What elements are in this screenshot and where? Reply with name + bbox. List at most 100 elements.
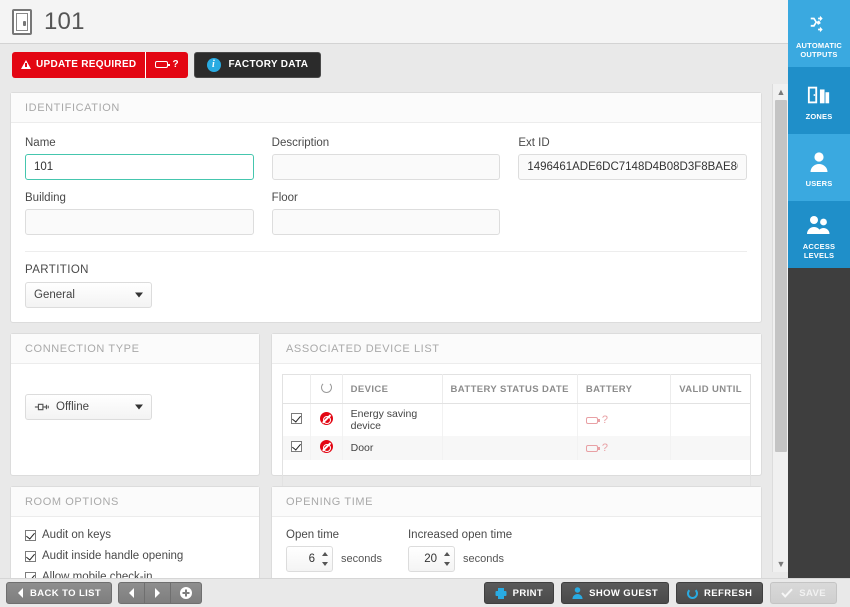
checkbox[interactable]: [25, 550, 36, 562]
update-required-badge-group[interactable]: UPDATE REQUIRED ?: [12, 51, 188, 78]
print-label: PRINT: [512, 587, 544, 599]
floor-input[interactable]: [271, 209, 501, 235]
refresh-button[interactable]: REFRESH: [676, 582, 764, 604]
col-valid-until[interactable]: VALID UNTIL: [670, 374, 751, 404]
name-label: Name: [25, 137, 56, 149]
col-refresh[interactable]: [310, 374, 343, 404]
plus-circle-icon: [180, 587, 193, 599]
door-icon: [12, 8, 32, 35]
factory-data-button[interactable]: i FACTORY DATA: [193, 51, 322, 78]
room-option-audit-inside-handle-opening[interactable]: Audit inside handle opening: [25, 550, 245, 562]
partition-select[interactable]: General: [25, 282, 152, 308]
col-battery[interactable]: BATTERY: [577, 374, 672, 404]
back-to-list-label: BACK TO LIST: [30, 587, 102, 599]
sidebar-item-label: AUTOMATIC OUTPUTS: [795, 40, 843, 59]
increased-open-time-stepper[interactable]: 20: [407, 546, 455, 572]
connection-type-panel-title: CONNECTION TYPE: [11, 334, 259, 364]
row-device: Door: [342, 436, 443, 460]
update-required-label: UPDATE REQUIRED: [36, 59, 137, 70]
application-window: 101 UPDATE REQUIRED ? i FACTORY DATA AUT…: [0, 0, 850, 607]
row-checkbox-cell[interactable]: [282, 436, 311, 460]
scrollbar-track[interactable]: [773, 100, 789, 556]
no-entry-icon: [319, 412, 333, 425]
row-valid-until: [670, 436, 751, 460]
sidebar-item-access-levels[interactable]: ACCESS LEVELS: [788, 201, 850, 268]
building-input[interactable]: [25, 209, 254, 235]
stepper-up-icon[interactable]: [322, 552, 328, 556]
scroll-up-icon[interactable]: ▲: [773, 84, 789, 100]
connection-type-value: Offline: [56, 401, 90, 413]
name-field-group: Name: [25, 137, 254, 180]
vertical-scrollbar[interactable]: ▲ ▼: [772, 84, 788, 572]
row-status-cell[interactable]: [310, 403, 343, 436]
no-entry-icon: [319, 440, 333, 453]
description-input[interactable]: [271, 154, 501, 180]
save-label: SAVE: [799, 587, 826, 599]
stepper-down-icon[interactable]: [322, 562, 328, 566]
identification-panel-title: IDENTIFICATION: [11, 93, 761, 123]
ext-id-input[interactable]: [518, 154, 748, 180]
open-time-unit: seconds: [341, 553, 382, 565]
row-checkbox-cell[interactable]: [282, 403, 311, 436]
sidebar-item-users[interactable]: USERS: [788, 134, 850, 201]
room-option-label: Audit inside handle opening: [42, 550, 184, 562]
battery-status-badge[interactable]: ?: [145, 51, 188, 78]
name-input[interactable]: [25, 154, 254, 180]
next-button[interactable]: [145, 582, 172, 604]
open-time-label: Open time: [286, 529, 340, 541]
description-field-group: Description: [271, 137, 501, 180]
table-row[interactable]: Door ?: [282, 436, 751, 460]
row-checkbox[interactable]: [291, 441, 302, 452]
save-button[interactable]: SAVE: [770, 582, 837, 604]
print-button[interactable]: PRINT: [483, 582, 555, 604]
show-guest-button[interactable]: SHOW GUEST: [561, 582, 670, 604]
increased-open-time-label: Increased open time: [407, 529, 513, 541]
room-option-audit-on-keys[interactable]: Audit on keys: [25, 529, 245, 541]
stepper-down-icon[interactable]: [443, 562, 450, 566]
check-icon: [781, 588, 793, 598]
previous-button[interactable]: [118, 582, 146, 604]
refresh-icon: [320, 382, 332, 393]
content-scroll-area: IDENTIFICATION Name Description Ext ID: [0, 84, 788, 596]
row-checkbox[interactable]: [291, 413, 302, 424]
chevron-down-icon: [135, 404, 143, 410]
col-select: [282, 374, 311, 404]
checkbox[interactable]: [25, 529, 36, 541]
increased-open-time-group: Increased open time 20 seconds: [407, 529, 513, 572]
plug-icon: [34, 402, 50, 412]
partition-value: General: [34, 289, 75, 301]
page-header: 101: [0, 0, 788, 44]
sidebar-item-zones[interactable]: ZONES: [788, 67, 850, 134]
col-device[interactable]: DEVICE: [342, 374, 443, 404]
floor-field-group: Floor: [271, 192, 501, 235]
opening-time-panel-title: OPENING TIME: [272, 487, 761, 517]
device-table: DEVICE BATTERY STATUS DATE BATTERY VALID…: [282, 374, 751, 487]
increased-open-time-unit: seconds: [462, 553, 504, 565]
scroll-down-icon[interactable]: ▼: [773, 556, 789, 572]
table-header-row: DEVICE BATTERY STATUS DATE BATTERY VALID…: [282, 374, 751, 404]
update-required-badge[interactable]: UPDATE REQUIRED: [12, 51, 146, 78]
open-time-value: 6: [308, 553, 315, 565]
battery-icon: [585, 444, 600, 452]
col-battery-status-date[interactable]: BATTERY STATUS DATE: [442, 374, 578, 404]
scrollbar-thumb[interactable]: [775, 100, 787, 452]
sidebar-rail: AUTOMATIC OUTPUTS ZONES USERS ACCESS LEV…: [788, 0, 850, 578]
open-time-stepper[interactable]: 6: [286, 546, 333, 572]
chevron-right-icon: [155, 588, 161, 598]
table-row[interactable]: Energy saving device ?: [282, 403, 751, 436]
refresh-label: REFRESH: [704, 587, 753, 599]
description-label: Description: [271, 137, 330, 149]
row-status-cell[interactable]: [310, 436, 343, 460]
zones-icon: [807, 82, 831, 108]
printer-icon: [495, 587, 507, 599]
sidebar-item-label: ZONES: [805, 112, 833, 121]
add-button[interactable]: [171, 582, 203, 604]
connection-type-select[interactable]: Offline: [25, 394, 152, 420]
sidebar-item-automatic-outputs[interactable]: AUTOMATIC OUTPUTS: [788, 0, 850, 67]
section-divider: [25, 251, 747, 252]
back-to-list-button[interactable]: BACK TO LIST: [6, 582, 113, 604]
battery-icon: [585, 416, 600, 424]
stepper-up-icon[interactable]: [443, 552, 450, 556]
identification-panel: IDENTIFICATION Name Description Ext ID: [10, 92, 762, 323]
factory-data-label: FACTORY DATA: [228, 59, 309, 70]
